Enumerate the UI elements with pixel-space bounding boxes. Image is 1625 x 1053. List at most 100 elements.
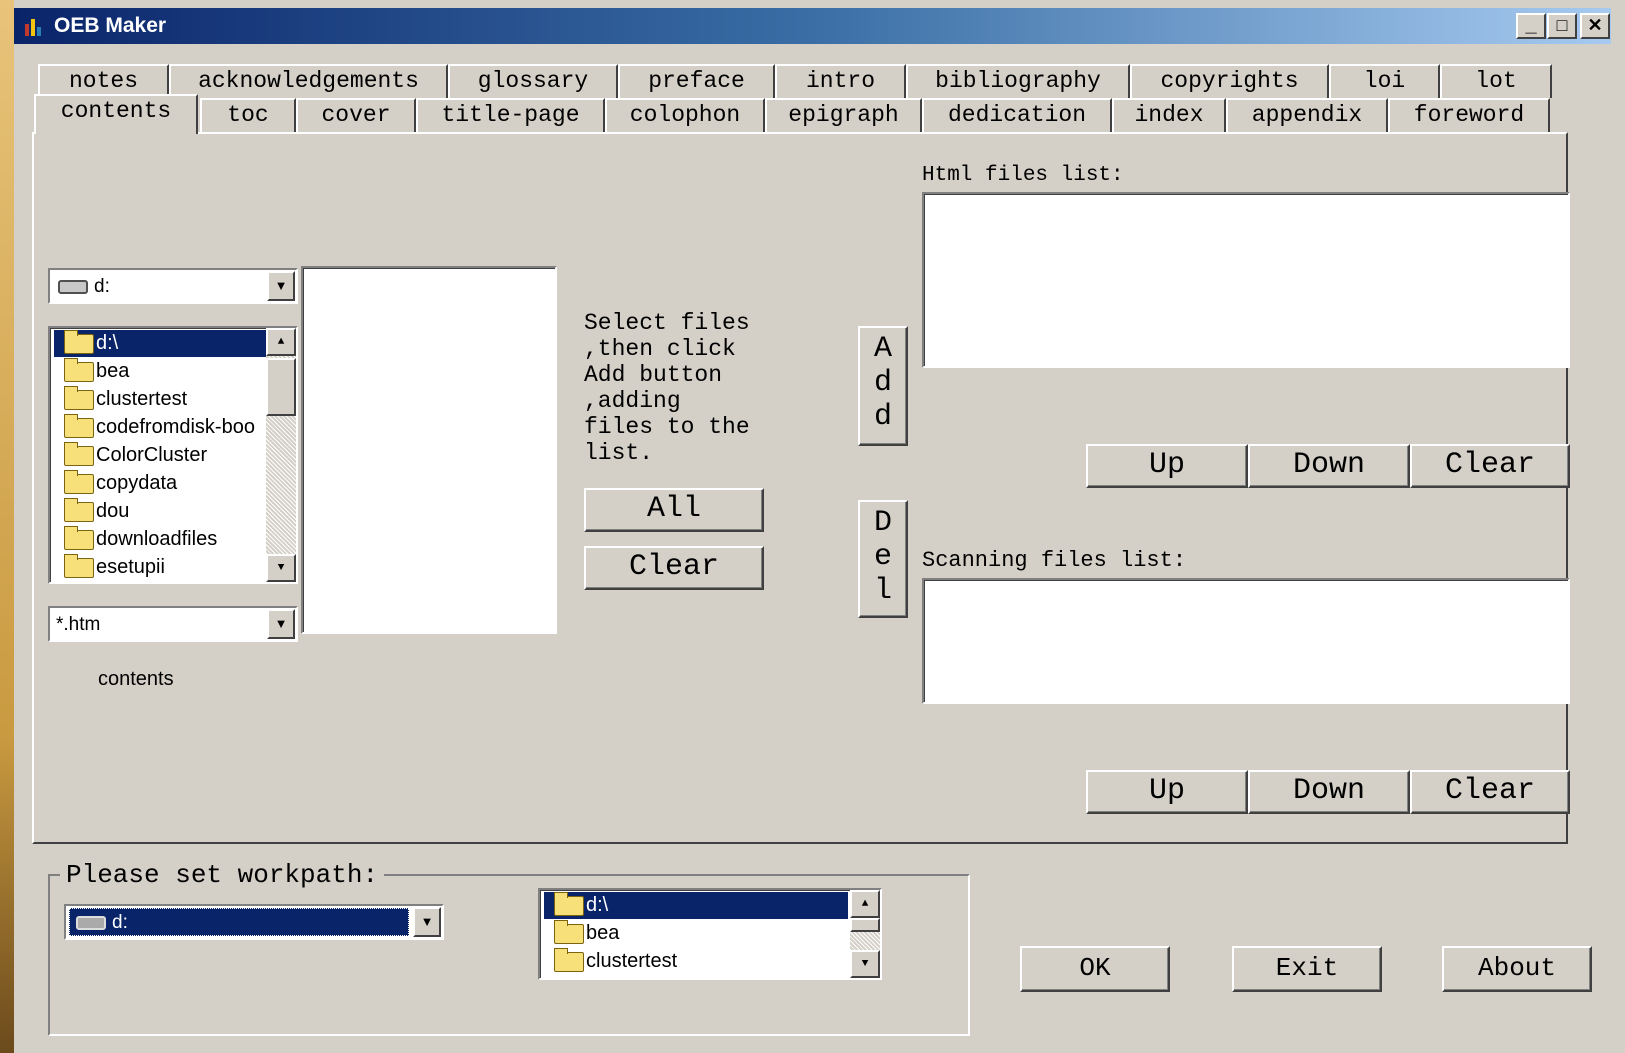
- list-item[interactable]: d:\: [544, 892, 848, 919]
- scroll-up-arrow-icon[interactable]: ▲: [266, 328, 296, 356]
- workpath-scrollbar[interactable]: ▲ ▼: [850, 890, 880, 978]
- list-item[interactable]: codefromdisk-boo: [54, 414, 255, 441]
- file-list[interactable]: [301, 266, 557, 634]
- tab-intro[interactable]: intro: [775, 64, 906, 98]
- tab-index[interactable]: index: [1112, 98, 1226, 132]
- folder-icon: [64, 526, 94, 550]
- tab-copyrights[interactable]: copyrights: [1130, 64, 1329, 98]
- tab-label: preface: [648, 68, 745, 94]
- about-button[interactable]: About: [1442, 946, 1592, 992]
- tab-notes[interactable]: notes: [38, 64, 169, 98]
- list-item[interactable]: clustertest: [544, 948, 677, 975]
- scan-up-button[interactable]: Up: [1086, 770, 1248, 814]
- tab-colophon[interactable]: colophon: [605, 98, 765, 132]
- app-window: OEB Maker _ □ ✕ notes acknowledgements g…: [14, 0, 1625, 1053]
- scroll-down-arrow-icon[interactable]: ▼: [850, 950, 880, 978]
- list-item[interactable]: clustertest: [54, 386, 187, 413]
- close-button[interactable]: ✕: [1580, 13, 1610, 39]
- dir-name: codefromdisk-boo: [96, 416, 255, 438]
- scan-down-button[interactable]: Down: [1248, 770, 1410, 814]
- desktop-edge: [0, 0, 14, 1053]
- scroll-down-arrow-icon[interactable]: ▼: [266, 554, 296, 582]
- maximize-button[interactable]: □: [1547, 13, 1577, 39]
- drive-icon: [76, 915, 106, 930]
- chevron-down-icon[interactable]: ▼: [413, 907, 441, 937]
- add-button[interactable]: A d d: [858, 326, 908, 446]
- workpath-drive-selected: d:: [69, 908, 409, 936]
- instruction-line: ,then click: [584, 336, 736, 362]
- title-bar[interactable]: OEB Maker _ □ ✕: [14, 8, 1611, 44]
- chevron-down-icon[interactable]: ▼: [267, 271, 295, 301]
- tab-lot[interactable]: lot: [1440, 64, 1552, 98]
- del-letter: D: [873, 506, 892, 540]
- tab-appendix[interactable]: appendix: [1226, 98, 1388, 132]
- instruction-line: Select files: [584, 310, 750, 336]
- tab-epigraph[interactable]: epigraph: [765, 98, 922, 132]
- app-icon: [25, 19, 41, 36]
- dir-name: bea: [96, 360, 130, 382]
- html-clear-button[interactable]: Clear: [1410, 444, 1570, 488]
- minimize-button[interactable]: _: [1516, 13, 1546, 39]
- ok-button[interactable]: OK: [1020, 946, 1170, 992]
- tab-toc[interactable]: toc: [200, 98, 296, 132]
- tab-label: glossary: [477, 68, 589, 94]
- html-down-button[interactable]: Down: [1248, 444, 1410, 488]
- chevron-down-icon[interactable]: ▼: [267, 609, 295, 639]
- tab-cover[interactable]: cover: [296, 98, 416, 132]
- filter-text: *.htm: [56, 614, 101, 635]
- close-icon: ✕: [1587, 15, 1603, 35]
- folder-icon: [64, 386, 94, 410]
- filter-combo[interactable]: *.htm ▼: [48, 606, 298, 642]
- tab-label: intro: [805, 68, 875, 94]
- delete-button[interactable]: D e l: [858, 500, 908, 618]
- dir-name: dou: [96, 500, 130, 522]
- tab-contents[interactable]: contents: [34, 94, 198, 134]
- tab-loi[interactable]: loi: [1329, 64, 1440, 98]
- dir-name: downloadfiles: [96, 528, 218, 550]
- list-item[interactable]: esetupii: [54, 554, 165, 581]
- list-item[interactable]: ColorCluster: [54, 442, 207, 469]
- scroll-thumb[interactable]: [266, 358, 296, 416]
- folder-icon: [64, 358, 94, 382]
- tab-label: loi: [1363, 68, 1406, 94]
- del-letter: e: [873, 540, 892, 574]
- scan-clear-button[interactable]: Clear: [1410, 770, 1570, 814]
- tab-preface[interactable]: preface: [618, 64, 775, 98]
- directory-scrollbar[interactable]: ▲ ▼: [266, 328, 296, 582]
- tab-glossary[interactable]: glossary: [448, 64, 618, 98]
- folder-icon: [554, 920, 584, 944]
- list-item[interactable]: bea: [544, 920, 619, 947]
- instruction-line: Add button: [584, 362, 723, 388]
- scroll-thumb[interactable]: [850, 918, 880, 932]
- instruction-line: list.: [584, 440, 654, 466]
- tab-foreword[interactable]: foreword: [1388, 98, 1550, 132]
- folder-icon: [554, 948, 584, 972]
- drive-text: d:: [94, 276, 110, 297]
- exit-button[interactable]: Exit: [1232, 946, 1382, 992]
- html-files-label: Html files list:: [922, 164, 1124, 187]
- tab-acknowledgements[interactable]: acknowledgements: [169, 64, 448, 98]
- drive-combo[interactable]: d: ▼: [48, 268, 298, 304]
- tab-label: epigraph: [788, 102, 899, 128]
- directory-list[interactable]: d:\ bea clustertest codefromdisk-boo Col…: [48, 326, 298, 584]
- html-files-list[interactable]: [922, 192, 1570, 368]
- tab-title-page[interactable]: title-page: [416, 98, 605, 132]
- list-item[interactable]: bea: [54, 358, 129, 385]
- workpath-drive-combo[interactable]: d: ▼: [64, 904, 444, 940]
- section-label: contents: [98, 668, 174, 690]
- workpath-directory-list[interactable]: d:\ bea clustertest ▲ ▼: [538, 888, 882, 980]
- clear-selection-button[interactable]: Clear: [584, 546, 764, 590]
- list-item[interactable]: downloadfiles: [54, 526, 217, 553]
- list-item[interactable]: d:\: [54, 330, 268, 357]
- scroll-up-arrow-icon[interactable]: ▲: [850, 890, 880, 918]
- tab-dedication[interactable]: dedication: [922, 98, 1112, 132]
- list-item[interactable]: copydata: [54, 470, 177, 497]
- list-item[interactable]: dou: [54, 498, 129, 525]
- html-up-button[interactable]: Up: [1086, 444, 1248, 488]
- folder-icon: [64, 498, 94, 522]
- tab-label: copyrights: [1160, 68, 1299, 94]
- maximize-icon: □: [1556, 15, 1568, 35]
- tab-bibliography[interactable]: bibliography: [906, 64, 1130, 98]
- select-all-button[interactable]: All: [584, 488, 764, 532]
- scanning-files-list[interactable]: [922, 578, 1570, 704]
